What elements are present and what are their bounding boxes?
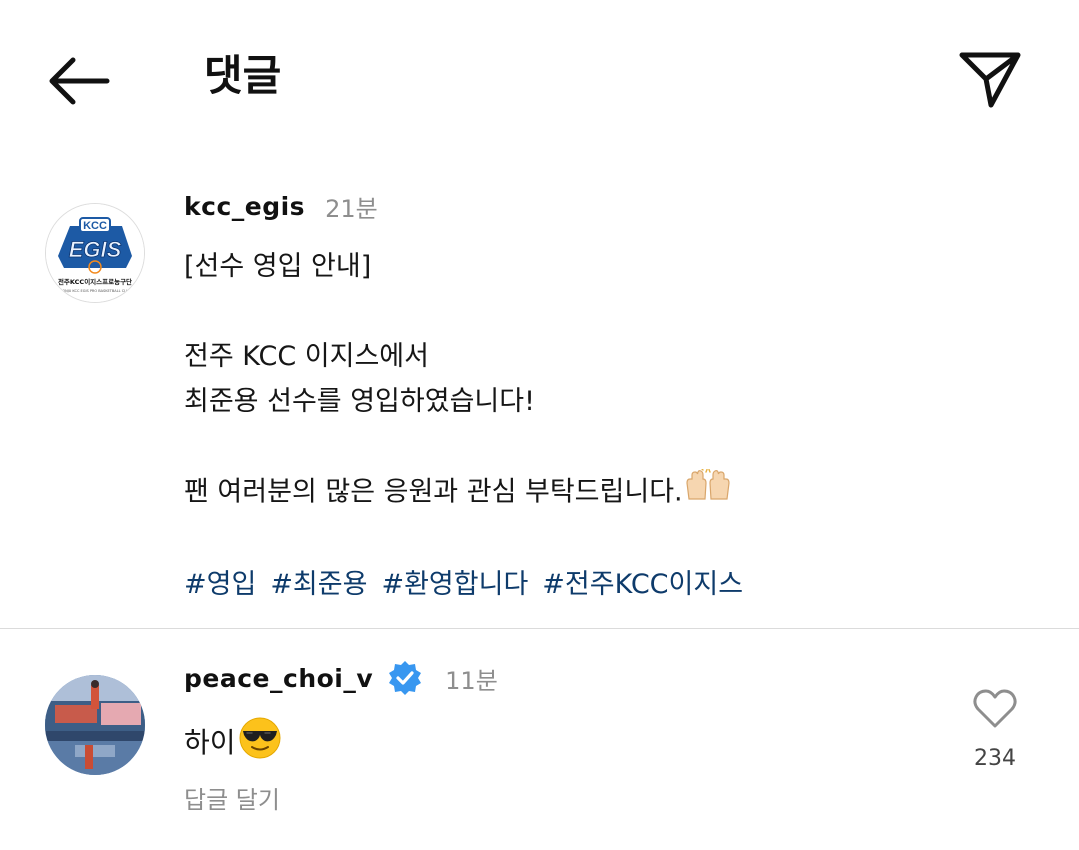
heart-outline-icon bbox=[973, 689, 1017, 728]
page-title: 댓글 bbox=[204, 51, 282, 100]
svg-text:EGIS: EGIS bbox=[69, 237, 122, 262]
comments-screen: 댓글 KCC EGIS 전주KCC이지스프로농구단 JEONJU KCC EGI… bbox=[0, 0, 1079, 850]
caption-line: [선수 영입 안내] bbox=[184, 251, 372, 282]
comment-body: 하이 bbox=[184, 726, 236, 759]
caption-text: [선수 영입 안내] 전주 KCC 이지스에서 최준용 선수를 영입하였습니다!… bbox=[184, 244, 1024, 607]
hashtag-link[interactable]: #최준용 bbox=[270, 562, 367, 607]
hashtag-link[interactable]: #전주KCC이지스 bbox=[542, 562, 743, 607]
profile-photo bbox=[45, 675, 145, 775]
like-count: 234 bbox=[974, 746, 1016, 771]
like-button[interactable] bbox=[970, 686, 1020, 732]
comment-text: 하이 bbox=[184, 716, 282, 767]
svg-text:JEONJU KCC EGIS PRO BASKETBALL: JEONJU KCC EGIS PRO BASKETBALL CLUB bbox=[58, 289, 131, 293]
back-button[interactable] bbox=[40, 50, 116, 112]
comment-username[interactable]: peace_choi_v bbox=[184, 664, 373, 693]
hashtag-link[interactable]: #환영합니다 bbox=[381, 562, 528, 607]
back-arrow-icon bbox=[49, 57, 110, 105]
caption-line-with-emoji: 팬 여러분의 많은 응원과 관심 부탁드립니다. bbox=[184, 468, 1024, 517]
caption-time: 21분 bbox=[325, 194, 378, 223]
caption-line: 전주 KCC 이지스에서 bbox=[184, 341, 429, 372]
comment-header: peace_choi_v 11분 bbox=[184, 660, 498, 696]
hashtag-link[interactable]: #영입 bbox=[184, 562, 256, 607]
verified-badge-icon bbox=[387, 660, 423, 696]
smiling-face-with-sunglasses-icon bbox=[238, 716, 282, 767]
raising-hands-icon bbox=[685, 468, 731, 517]
caption-header: kcc_egis 21분 bbox=[184, 188, 378, 224]
kcc-egis-logo: KCC EGIS 전주KCC이지스프로농구단 JEONJU KCC EGIS P… bbox=[46, 204, 144, 302]
hashtag-list: #영입 #최준용 #환영합니다 #전주KCC이지스 bbox=[184, 562, 1024, 607]
reply-button[interactable]: 답글 달기 bbox=[184, 780, 280, 815]
caption-avatar[interactable]: KCC EGIS 전주KCC이지스프로농구단 JEONJU KCC EGIS P… bbox=[45, 203, 145, 303]
caption-line: 최준용 선수를 영입하였습니다! bbox=[184, 386, 535, 417]
caption-line bbox=[184, 289, 1024, 334]
caption-line bbox=[184, 424, 1024, 469]
svg-text:전주KCC이지스프로농구단: 전주KCC이지스프로농구단 bbox=[58, 277, 132, 286]
comment-time: 11분 bbox=[445, 666, 498, 695]
paper-plane-icon bbox=[959, 52, 1021, 108]
svg-text:KCC: KCC bbox=[83, 220, 107, 232]
divider bbox=[0, 628, 1079, 629]
comment-avatar[interactable] bbox=[45, 675, 145, 775]
share-button[interactable] bbox=[952, 44, 1028, 114]
caption-line: 팬 여러분의 많은 응원과 관심 부탁드립니다. bbox=[184, 476, 683, 508]
caption-username[interactable]: kcc_egis bbox=[184, 192, 305, 221]
